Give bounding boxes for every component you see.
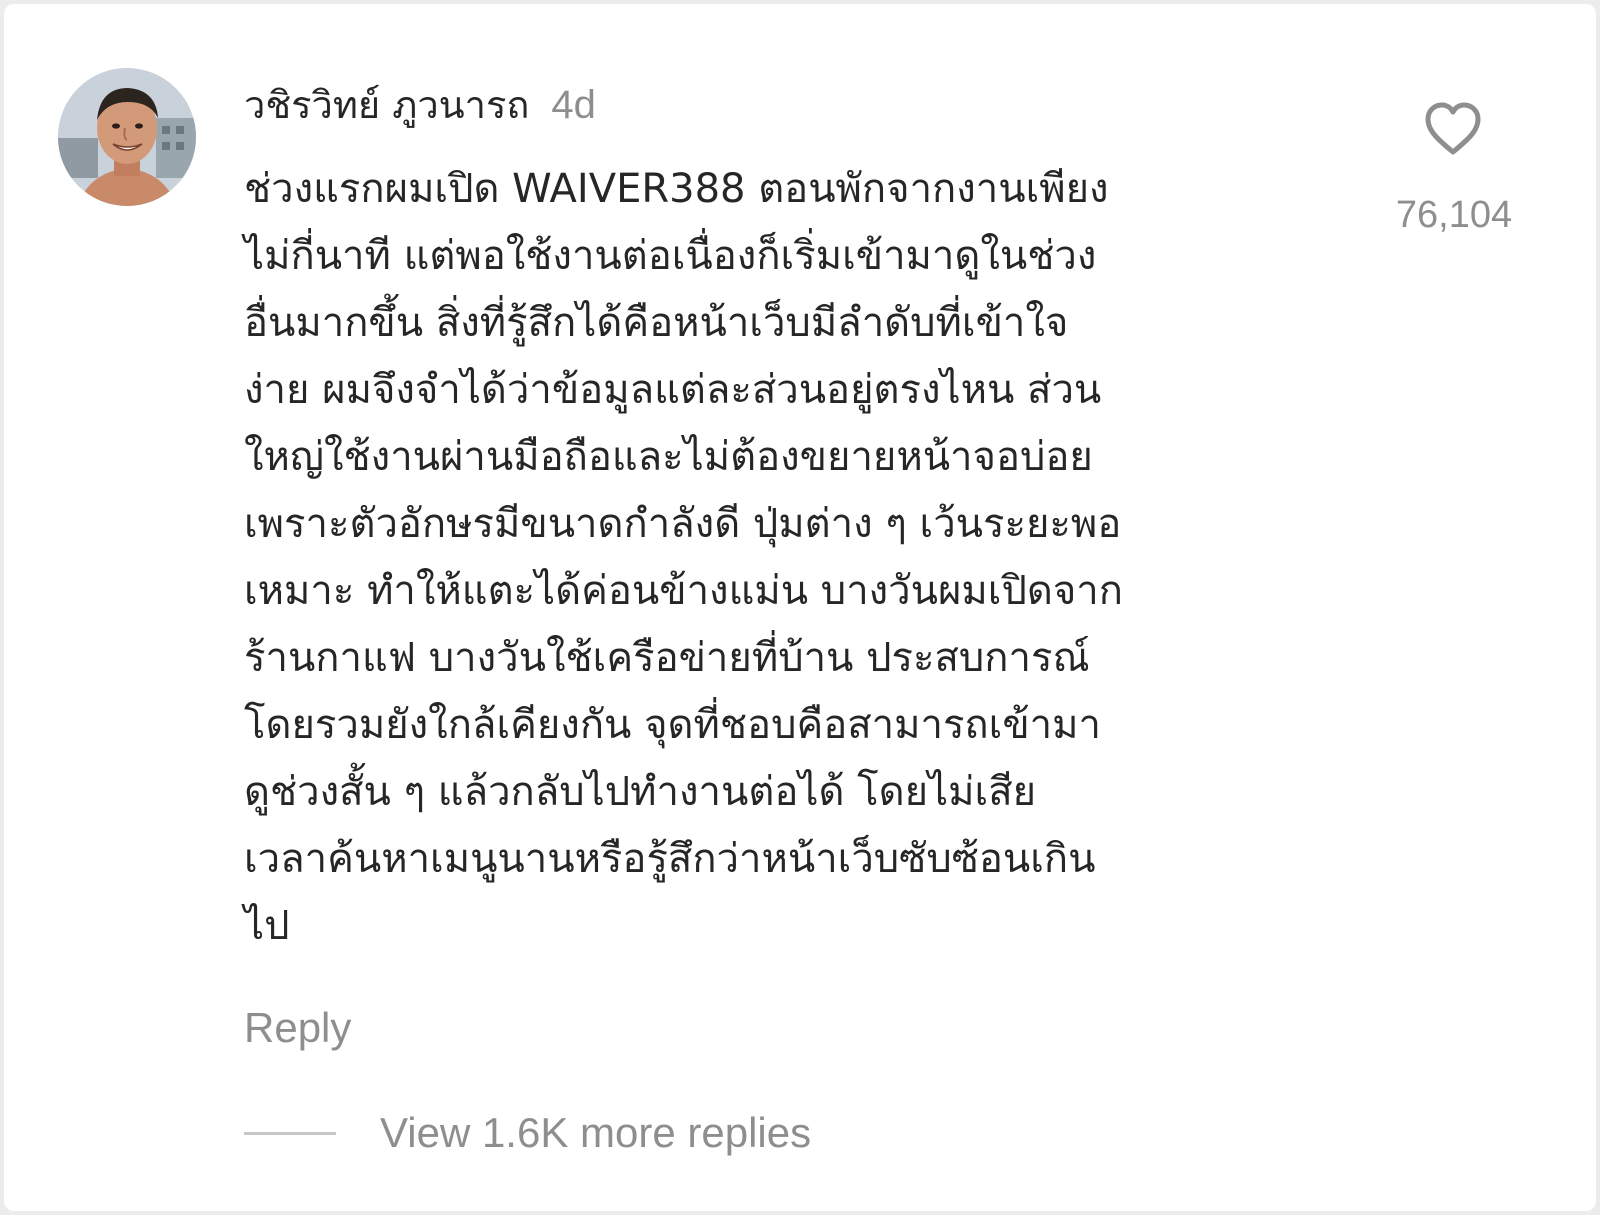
like-button[interactable] bbox=[1422, 100, 1484, 158]
reply-button[interactable]: Reply bbox=[244, 1004, 351, 1052]
heart-outline-icon bbox=[1425, 102, 1481, 155]
view-more-replies[interactable]: View 1.6K more replies bbox=[244, 1109, 811, 1157]
comment-card: วชิรวิทย์ ภูวนารถ 4d ช่วงแรกผมเปิด WAIVE… bbox=[4, 4, 1596, 1211]
avatar-image bbox=[58, 68, 196, 206]
timestamp: 4d bbox=[551, 83, 596, 127]
comment-header: วชิรวิทย์ ภูวนารถ 4d bbox=[244, 74, 596, 134]
username[interactable]: วชิรวิทย์ ภูวนารถ bbox=[244, 74, 529, 135]
replies-divider-line bbox=[244, 1131, 336, 1135]
like-count: 76,104 bbox=[1395, 194, 1513, 236]
avatar[interactable] bbox=[58, 68, 196, 206]
view-more-replies-label: View 1.6K more replies bbox=[380, 1109, 812, 1156]
comment-text: ช่วงแรกผมเปิด WAIVER388 ตอนพักจากงานเพีย… bbox=[244, 166, 1123, 949]
